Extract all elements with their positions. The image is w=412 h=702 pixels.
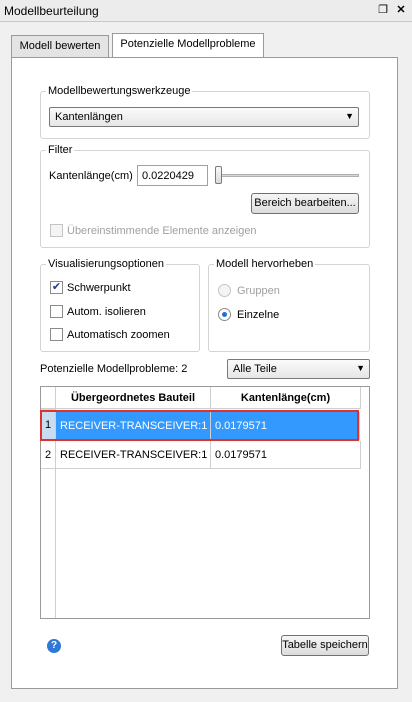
filter-legend: Filter <box>46 144 75 156</box>
centroid-label: Schwerpunkt <box>67 282 131 294</box>
edge-length-label: Kantenlänge(cm) <box>49 170 133 182</box>
tab-modell-bewerten[interactable]: Modell bewerten <box>11 35 109 57</box>
auto-zoom-checkbox[interactable] <box>50 328 63 341</box>
panel-titlebar: Modellbeurteilung ❐ ✕ <box>0 0 412 22</box>
table-cell-edge-length[interactable]: 0.0179571 <box>211 441 361 469</box>
edge-length-slider-thumb[interactable] <box>215 166 222 184</box>
problems-count-label: Potenzielle Modellprobleme: 2 <box>40 363 188 375</box>
radio-individual[interactable] <box>218 308 231 321</box>
show-matching-label: Übereinstimmende Elemente anzeigen <box>67 225 257 237</box>
column-header-edge-length[interactable]: Kantenlänge(cm) <box>211 387 361 409</box>
visualization-legend: Visualisierungsoptionen <box>46 258 166 270</box>
selected-row-highlight <box>40 410 359 441</box>
table-corner <box>41 387 56 409</box>
chevron-down-icon: ▼ <box>345 111 354 121</box>
edge-length-input[interactable]: 0.0220429 <box>137 165 208 186</box>
radio-individual-label: Einzelne <box>237 309 280 321</box>
help-icon[interactable]: ? <box>47 639 61 653</box>
table-cell-parent[interactable]: RECEIVER-TRANSCEIVER:1 <box>56 441 211 469</box>
highlight-legend: Modell hervorheben <box>214 258 316 270</box>
tools-legend: Modellbewertungswerkzeuge <box>46 85 193 97</box>
radio-dot <box>222 312 227 317</box>
tools-select[interactable]: Kantenlängen ▼ <box>49 107 359 127</box>
check-icon: ✔ <box>51 281 62 293</box>
close-icon[interactable]: ✕ <box>395 4 407 16</box>
restore-icon[interactable]: ❐ <box>377 4 389 16</box>
highlight-group <box>208 264 370 352</box>
edge-length-slider[interactable] <box>215 174 359 177</box>
radio-groups-label: Gruppen <box>237 285 280 297</box>
auto-zoom-label: Automatisch zoomen <box>67 329 170 341</box>
parts-filter-value: Alle Teile <box>233 363 277 375</box>
centroid-checkbox[interactable]: ✔ <box>50 281 63 294</box>
edit-range-button[interactable]: Bereich bearbeiten... <box>251 193 359 214</box>
tab-potenzielle-modellprobleme[interactable]: Potenzielle Modellprobleme <box>112 33 264 57</box>
row-header-filler <box>41 469 56 618</box>
panel-title: Modellbeurteilung <box>4 4 99 18</box>
show-matching-checkbox[interactable] <box>50 224 63 237</box>
chevron-down-icon: ▼ <box>356 363 365 373</box>
column-header-parent[interactable]: Übergeordnetes Bauteil <box>56 387 211 409</box>
tab-label: Modell bewerten <box>19 40 101 52</box>
edge-length-value: 0.0220429 <box>142 170 194 182</box>
row-header[interactable]: 2 <box>41 441 56 469</box>
radio-groups[interactable] <box>218 284 231 297</box>
tools-selected-value: Kantenlängen <box>55 111 123 123</box>
save-table-button[interactable]: Tabelle speichern <box>281 635 369 656</box>
auto-isolate-checkbox[interactable] <box>50 305 63 318</box>
parts-filter-select[interactable]: Alle Teile ▼ <box>227 359 370 379</box>
auto-isolate-label: Autom. isolieren <box>67 306 146 318</box>
tab-label: Potenzielle Modellprobleme <box>120 38 256 50</box>
